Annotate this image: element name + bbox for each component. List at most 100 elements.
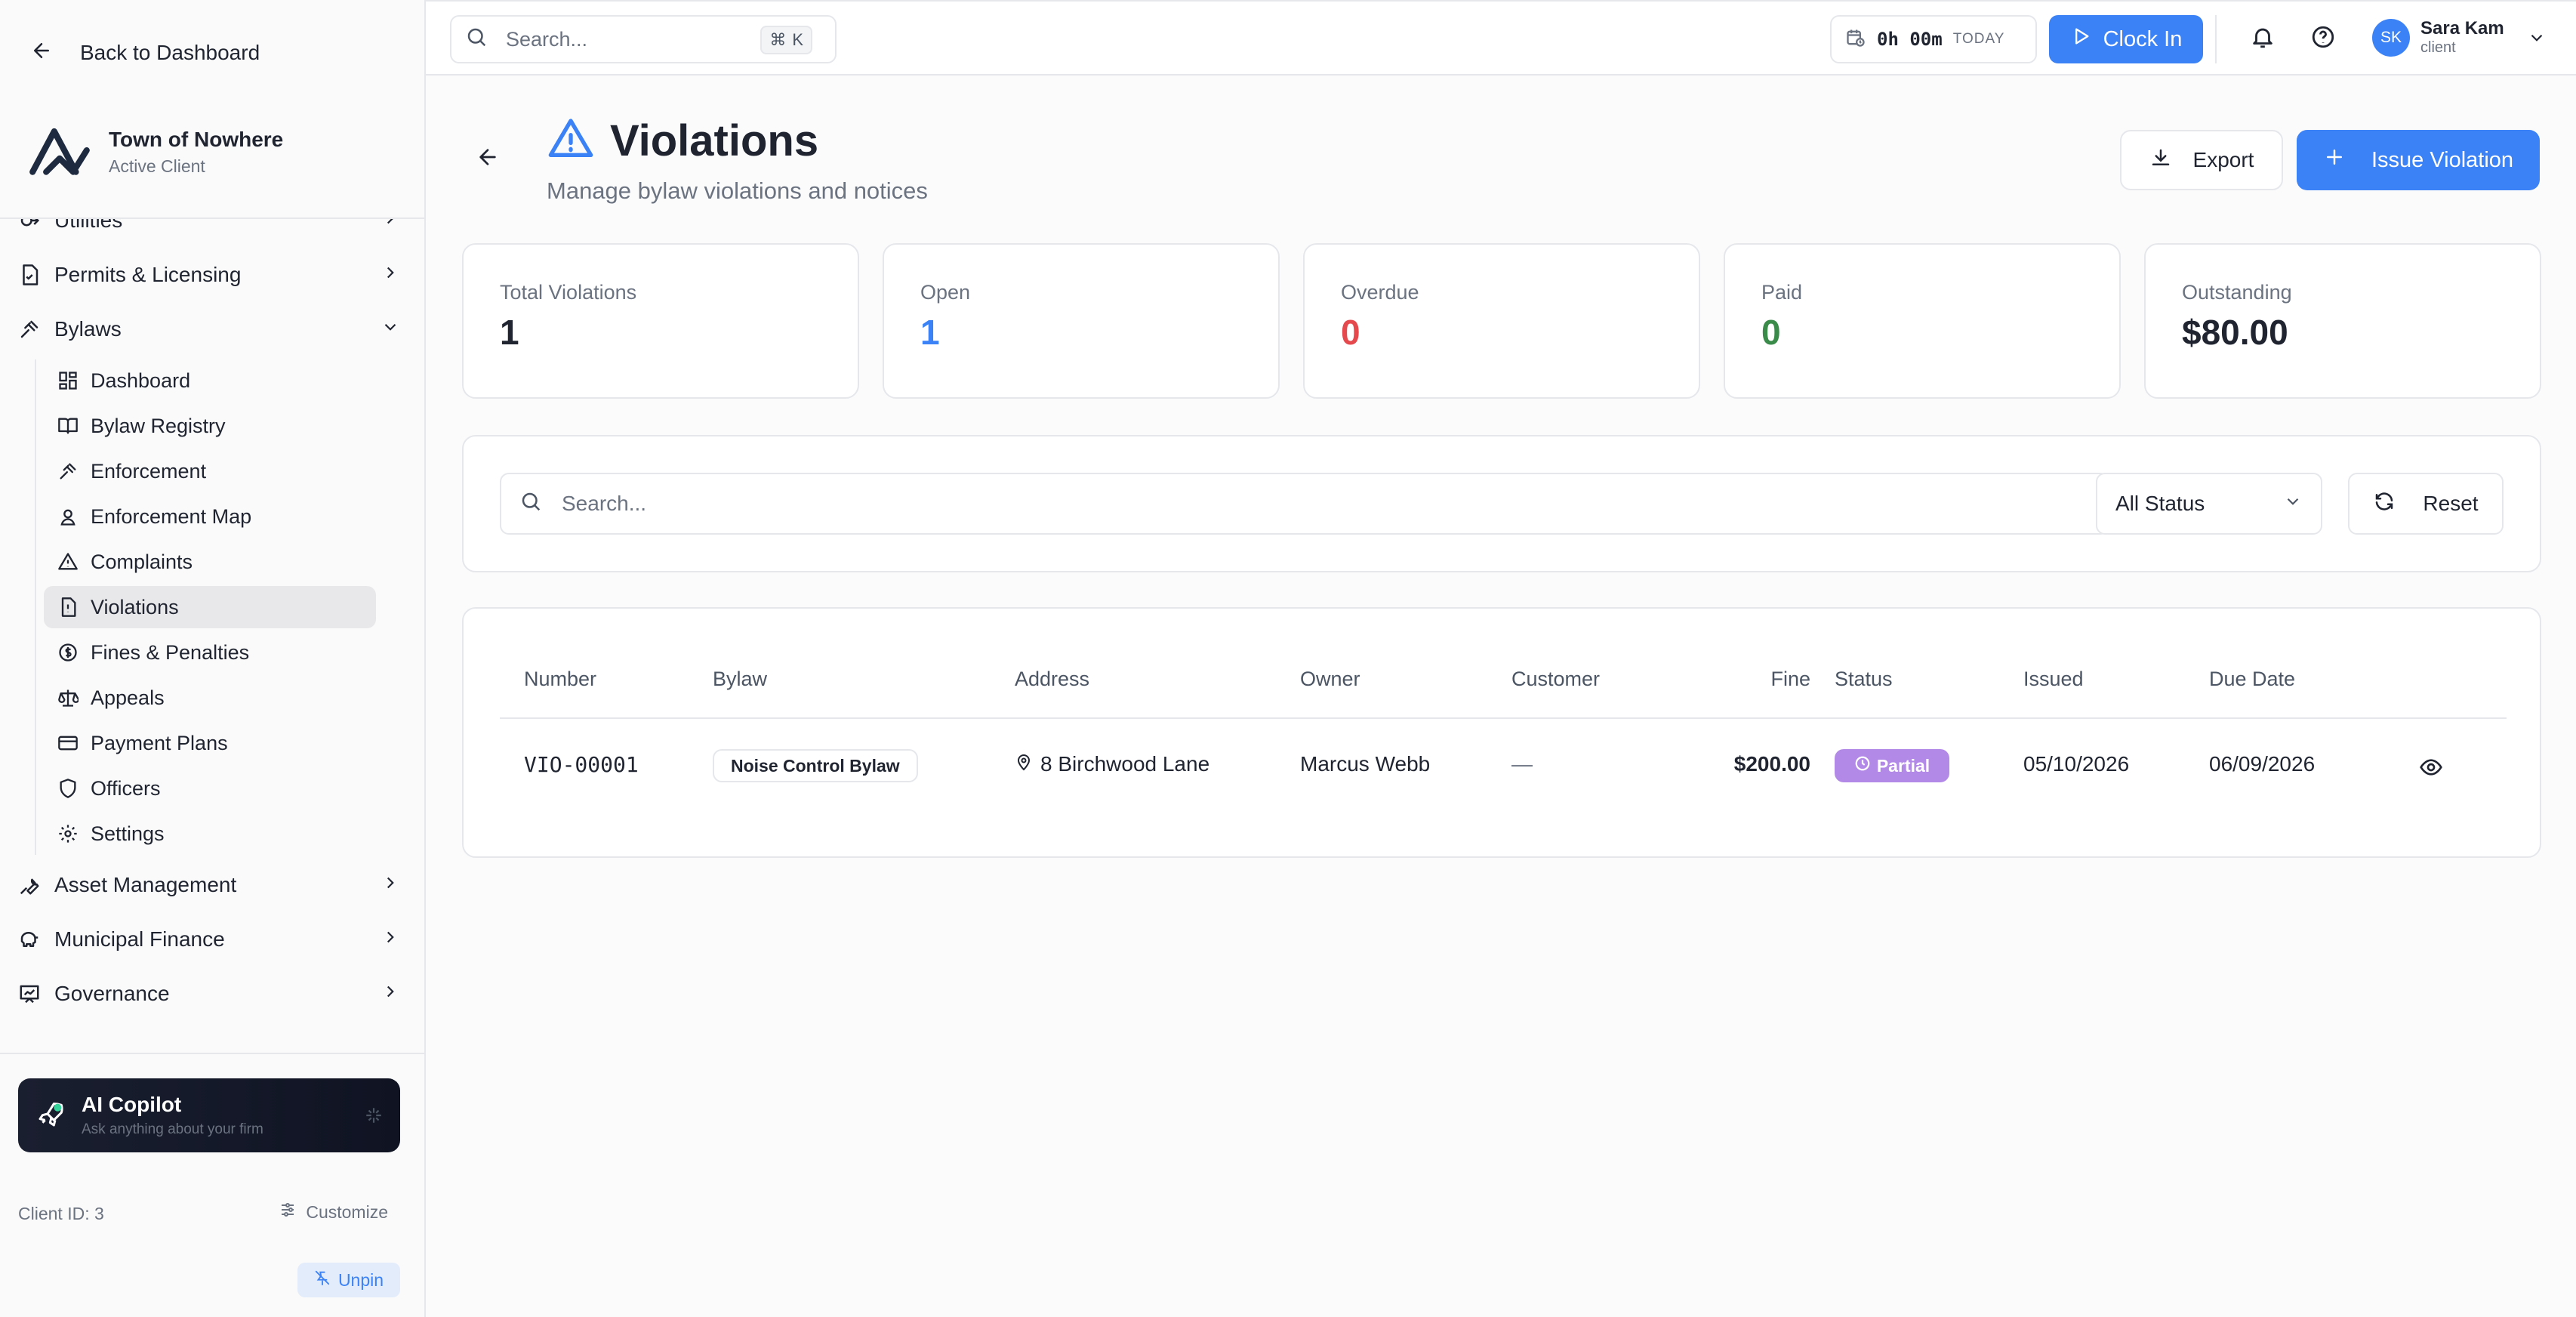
client-logo-icon	[27, 118, 92, 187]
sparkle-icon	[364, 1106, 384, 1129]
sidebar-item-officers[interactable]: Officers	[44, 767, 376, 810]
violations-search-input[interactable]: Search...	[500, 473, 2109, 535]
sidebar-item-label: Violations	[91, 595, 179, 618]
sidebar-item-label: Settings	[91, 822, 165, 845]
chevron-down-icon	[2531, 34, 2543, 42]
export-button[interactable]: Export	[2120, 130, 2283, 190]
clock-in-button[interactable]: Clock In	[2049, 15, 2203, 63]
customer-cell: —	[1511, 752, 1533, 776]
stats-row: Total Violations 1 Open 1 Overdue 0 Paid…	[462, 243, 2541, 399]
column-header-number[interactable]: Number	[524, 668, 596, 691]
nav-item-label: Asset Management	[54, 873, 237, 896]
stat-value: 0	[1341, 313, 1360, 352]
nav-item-asset-management[interactable]: Asset Management	[0, 858, 426, 912]
nav-item-permits-licensing[interactable]: Permits & Licensing	[0, 248, 426, 302]
arrow-left-icon	[30, 39, 53, 67]
chevron-right-icon	[381, 873, 400, 898]
timer-label: TODAY	[1952, 31, 2005, 47]
sidebar-item-settings[interactable]: Settings	[44, 813, 376, 855]
search-placeholder: Search...	[562, 492, 647, 515]
clock-in-label: Clock In	[2103, 26, 2183, 51]
sidebar-item-enforcement[interactable]: Enforcement	[44, 450, 376, 492]
stat-label: Outstanding	[2182, 281, 2292, 304]
due-date-cell: 06/09/2026	[2209, 752, 2316, 776]
column-header-address[interactable]: Address	[1015, 668, 1089, 691]
sidebar-item-bylaw-registry[interactable]: Bylaw Registry	[44, 405, 376, 447]
stat-label: Paid	[1761, 281, 1803, 304]
page-subtitle: Manage bylaw violations and notices	[547, 177, 928, 204]
nav-item-label: Bylaws	[54, 317, 122, 341]
nav-item-label: Utilities	[54, 219, 123, 232]
timer-value: 0h 00m	[1877, 29, 1943, 50]
stat-card-open: Open 1	[883, 243, 1280, 399]
stat-value: 0	[1761, 313, 1781, 352]
map-pin-user-icon	[57, 506, 79, 527]
credit-card-icon	[57, 733, 79, 754]
sidebar-item-label: Enforcement	[91, 459, 207, 483]
sidebar-item-dashboard[interactable]: Dashboard	[44, 359, 376, 402]
sidebar-item-label: Officers	[91, 776, 161, 800]
nav-item-utilities[interactable]: Utilities	[0, 219, 426, 248]
ai-copilot-button[interactable]: AI Copilot Ask anything about your firm	[18, 1078, 400, 1152]
sidebar-item-label: Appeals	[91, 686, 165, 709]
sliders-icon	[279, 1201, 297, 1223]
back-to-dashboard-link[interactable]: Back to Dashboard	[30, 38, 260, 68]
shortcut-key: K	[792, 30, 803, 49]
sidebar-divider	[0, 1053, 426, 1054]
stat-value: $80.00	[2182, 313, 2288, 352]
nav-item-label: Municipal Finance	[54, 927, 225, 951]
reset-label: Reset	[2423, 492, 2479, 515]
eye-icon[interactable]	[2419, 755, 2443, 783]
issue-violation-button[interactable]: Issue Violation	[2297, 130, 2540, 190]
status-filter-select[interactable]: All Status	[2096, 473, 2322, 535]
global-search-input[interactable]: Search... ⌘ K	[450, 15, 837, 63]
page-title: Violations	[610, 116, 819, 165]
reset-button[interactable]: Reset	[2348, 473, 2504, 535]
sidebar-item-label: Dashboard	[91, 369, 191, 392]
export-label: Export	[2192, 148, 2254, 171]
bell-icon[interactable]	[2250, 24, 2277, 51]
sidebar-item-fines-penalties[interactable]: Fines & Penalties	[44, 631, 376, 674]
bylaw-badge: Noise Control Bylaw	[713, 749, 918, 782]
gavel-icon	[18, 318, 41, 341]
violations-table: Number Bylaw Address Owner Customer Fine…	[462, 607, 2541, 858]
sidebar-item-label: Bylaw Registry	[91, 414, 226, 437]
nav-item-governance[interactable]: Governance	[0, 967, 426, 1021]
calendar-clock-icon	[1845, 27, 1866, 52]
column-header-bylaw[interactable]: Bylaw	[713, 668, 767, 691]
sidebar-item-enforcement-map[interactable]: Enforcement Map	[44, 495, 376, 538]
file-check-icon	[18, 264, 41, 286]
column-header-issued[interactable]: Issued	[2023, 668, 2084, 691]
issue-violation-label: Issue Violation	[2371, 147, 2514, 172]
client-switcher[interactable]: Town of Nowhere Active Client	[27, 118, 283, 187]
help-circle-icon[interactable]	[2310, 24, 2337, 51]
column-header-due-date[interactable]: Due Date	[2209, 668, 2295, 691]
column-header-fine[interactable]: Fine	[1739, 668, 1810, 691]
stat-card-outstanding: Outstanding $80.00	[2144, 243, 2541, 399]
customize-button[interactable]: Customize	[279, 1201, 388, 1223]
sidebar-item-violations[interactable]: Violations	[44, 586, 376, 628]
main-content: Violations Manage bylaw violations and n…	[426, 76, 2576, 1317]
nav-item-label: Governance	[54, 982, 170, 1005]
chevron-right-icon	[381, 263, 400, 288]
status-text: Partial	[1876, 755, 1930, 776]
topbar-divider	[2215, 15, 2217, 63]
sidebar-item-complaints[interactable]: Complaints	[44, 541, 376, 583]
user-role: client	[2420, 39, 2456, 56]
nav-item-municipal-finance[interactable]: Municipal Finance	[0, 912, 426, 967]
refresh-icon	[2373, 490, 2396, 518]
time-tracker[interactable]: 0h 00m TODAY	[1830, 15, 2037, 63]
column-header-owner[interactable]: Owner	[1300, 668, 1360, 691]
user-menu[interactable]: SK Sara Kam client	[2372, 18, 2547, 57]
nav-item-bylaws[interactable]: Bylaws	[0, 302, 426, 356]
column-header-status[interactable]: Status	[1835, 668, 1893, 691]
violation-number[interactable]: VIO-00001	[524, 752, 639, 777]
chevron-down-icon	[381, 317, 400, 342]
unpin-button[interactable]: Unpin	[297, 1263, 400, 1297]
back-arrow-icon[interactable]	[476, 145, 500, 173]
sidebar-item-appeals[interactable]: Appeals	[44, 677, 376, 719]
column-header-customer[interactable]: Customer	[1511, 668, 1600, 691]
sidebar-item-payment-plans[interactable]: Payment Plans	[44, 722, 376, 764]
issued-cell: 05/10/2026	[2023, 752, 2130, 776]
download-icon	[2149, 147, 2172, 174]
